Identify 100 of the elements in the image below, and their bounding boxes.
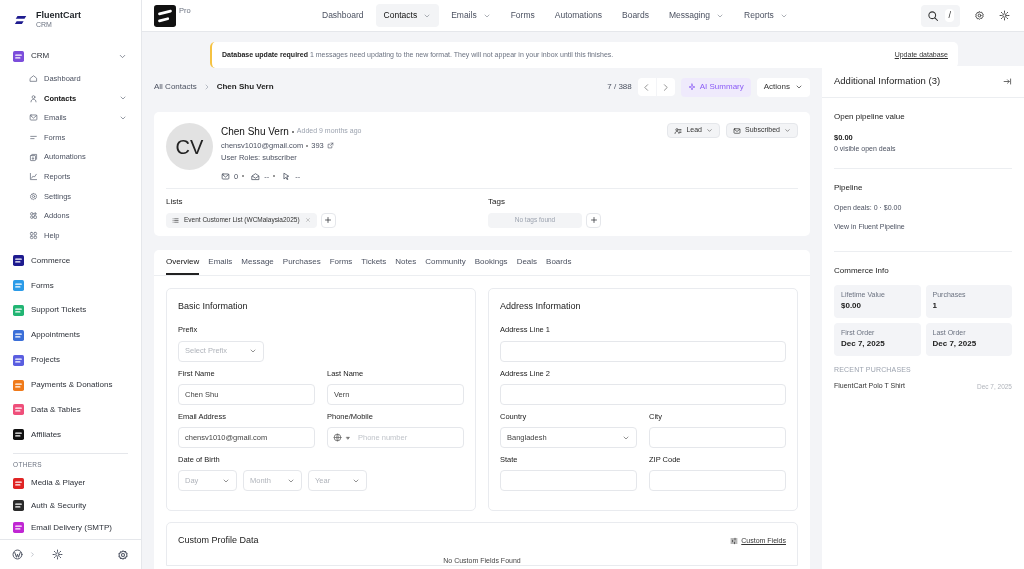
input-field[interactable] <box>500 383 786 405</box>
breadcrumb-link[interactable]: All Contacts <box>154 81 197 93</box>
tab[interactable]: Forms <box>329 249 353 275</box>
globe-icon <box>333 433 342 442</box>
nav-tab[interactable]: Reports <box>736 4 796 27</box>
flow-icon <box>29 152 38 162</box>
section-title: Pipeline <box>834 181 864 194</box>
search-button[interactable]: / <box>921 4 960 27</box>
input-field[interactable] <box>500 470 637 492</box>
envelope-icon <box>29 113 38 123</box>
app-icon <box>13 329 24 341</box>
chevron-right-icon <box>29 551 36 558</box>
section-title: Open pipeline value <box>834 111 906 123</box>
chevron-right-icon <box>661 82 671 92</box>
sidebar-app-item[interactable]: Media & Player <box>0 471 141 495</box>
cursor-icon <box>282 171 292 181</box>
app-icon <box>13 50 24 62</box>
external-link-icon <box>326 142 334 150</box>
plus-icon <box>589 216 598 225</box>
pager-count: 7 / 388 <box>607 81 632 93</box>
chevron-down-icon <box>784 127 791 134</box>
sun-icon <box>52 549 63 560</box>
wordpress-icon <box>12 549 23 560</box>
brand-logo-icon <box>14 13 28 27</box>
nav-tab[interactable]: Contacts <box>375 4 440 27</box>
app-icon <box>13 429 24 441</box>
tab[interactable]: Community <box>425 249 466 275</box>
brand-name: FluentCart <box>36 10 81 22</box>
ai-summary-button[interactable]: AI Summary <box>680 77 751 97</box>
sidebar-app-item[interactable]: Payments & Donations <box>0 372 141 398</box>
tab[interactable]: Message <box>241 249 274 275</box>
envelope-icon <box>221 171 230 181</box>
breadcrumb-current: Chen Shu Vern <box>216 81 275 93</box>
chevron-down-icon <box>795 83 803 91</box>
section-label: Tags <box>488 195 506 208</box>
people-icon <box>674 126 683 135</box>
tab[interactable]: Bookings <box>474 249 508 275</box>
card-title: Address Information <box>500 299 582 313</box>
app-icon <box>13 280 24 291</box>
shortcut-key: / <box>945 8 954 23</box>
avatar-initials: CV <box>166 123 213 170</box>
sidebar-app-item[interactable]: Email Delivery (SMTP) <box>0 516 141 540</box>
open-envelope-icon <box>251 171 261 181</box>
sidebar-app-item[interactable]: Projects <box>0 347 141 373</box>
grid-icon <box>29 230 38 240</box>
settings-icon <box>974 10 985 21</box>
previous-button[interactable] <box>637 78 656 96</box>
nav-tab[interactable]: Forms <box>502 4 543 27</box>
stat-value: $0.00 <box>841 299 863 312</box>
caret-down-icon <box>345 434 351 441</box>
tab[interactable]: Purchases <box>282 249 321 275</box>
sidebar-app-item[interactable]: Forms <box>0 273 141 298</box>
tab[interactable]: Boards <box>546 249 572 275</box>
tab[interactable]: Overview <box>166 249 200 275</box>
tab[interactable]: Tickets <box>361 249 387 275</box>
sidebar-app-item[interactable]: Commerce <box>0 248 141 274</box>
nav-tab[interactable]: Emails <box>443 4 499 27</box>
sidebar-app-item[interactable]: Support Tickets <box>0 297 141 323</box>
sidebar-app-item[interactable]: CRM <box>0 44 141 69</box>
stat-value: Dec 7, 2025 <box>841 337 886 350</box>
input-field[interactable] <box>649 427 786 448</box>
sidebar-app-item[interactable]: Appointments <box>0 322 141 348</box>
app-icon <box>13 354 24 366</box>
chevron-down-icon <box>705 127 713 134</box>
search-icon <box>927 9 940 22</box>
nav-tab[interactable]: Automations <box>546 4 610 27</box>
sidebar-app-item[interactable]: Auth & Security <box>0 494 141 517</box>
next-button[interactable] <box>656 78 675 96</box>
tab[interactable]: Notes <box>395 249 417 275</box>
section-title: Commerce Info <box>834 264 890 277</box>
input-field[interactable] <box>500 340 786 362</box>
app-icon <box>13 522 24 534</box>
nav-tab[interactable]: Dashboard <box>314 4 372 27</box>
home-icon <box>29 74 38 84</box>
sun-icon <box>999 10 1010 21</box>
person-icon <box>29 93 38 103</box>
envelope-icon <box>732 126 741 135</box>
nav-tab[interactable]: Boards <box>614 4 657 27</box>
nav-tab[interactable]: Messaging <box>660 4 733 27</box>
app-icon <box>13 255 24 267</box>
app-icon <box>13 477 24 489</box>
chevron-down-icon <box>249 347 257 355</box>
panel-title: Additional Information (3) <box>834 74 941 89</box>
add-list-button[interactable] <box>320 212 336 228</box>
tab[interactable]: Emails <box>208 249 233 275</box>
app-logo-icon <box>154 4 176 27</box>
add-tag-button[interactable] <box>586 212 601 228</box>
shapes-icon <box>29 211 38 221</box>
sidebar-app-item[interactable]: Data & Tables <box>0 397 141 423</box>
actions-button[interactable]: Actions <box>756 77 810 97</box>
app-icon <box>13 404 24 416</box>
app-icon <box>13 304 24 316</box>
plus-icon <box>324 216 333 225</box>
chart-icon <box>29 172 38 182</box>
sidebar-app-item[interactable]: Affiliates <box>0 422 141 448</box>
tab[interactable]: Deals <box>516 249 538 275</box>
settings-icon <box>117 548 129 561</box>
contact-name: Chen Shu Vern <box>221 125 289 139</box>
input-field[interactable] <box>649 470 786 492</box>
list-icon <box>172 216 179 224</box>
